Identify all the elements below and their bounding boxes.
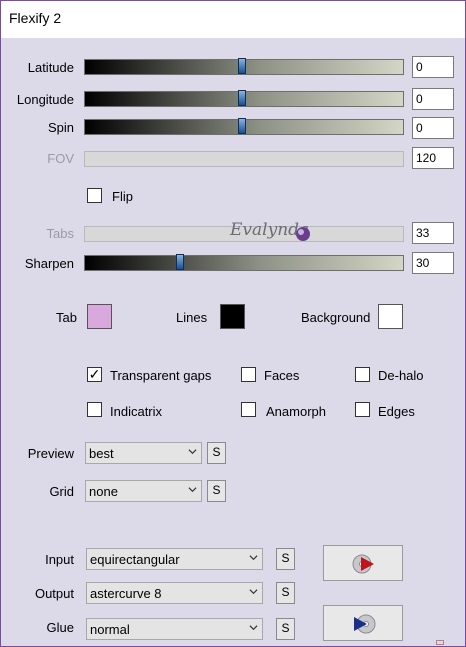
input-select[interactable]: equirectangular [86,548,263,570]
input-s-button[interactable]: S [276,548,295,570]
de-halo-checkbox[interactable] [355,367,370,382]
lines-color-swatch[interactable] [220,304,245,329]
faces-checkbox[interactable] [241,367,256,382]
tabs-label: Tabs [46,226,74,241]
play-disc-icon [352,554,374,574]
chevron-down-icon [188,487,197,493]
flip-label: Flip [112,189,133,204]
sharpen-value-field[interactable]: 30 [412,252,454,274]
resize-grip[interactable] [436,640,444,645]
grid-label: Grid [49,484,74,499]
glue-select[interactable]: normal [86,618,263,640]
output-label: Output [34,586,74,601]
chevron-down-icon [249,589,258,595]
edges-checkbox[interactable] [355,402,370,417]
chevron-down-icon [188,449,197,455]
title-bar: Flexify 2 [1,1,465,38]
sharpen-label: Sharpen [24,256,74,271]
grid-select-value: none [89,484,118,499]
fov-value-field[interactable]: 120 [412,147,454,169]
watermark-orb-icon [296,227,310,241]
grid-s-button[interactable]: S [207,480,226,502]
convert-forward-button[interactable] [323,545,403,581]
tab-color-swatch[interactable] [87,304,112,329]
latitude-value-field[interactable]: 0 [412,56,454,78]
chevron-down-icon [249,555,258,561]
faces-label: Faces [264,368,300,383]
spin-value-field[interactable]: 0 [412,117,454,139]
transparent-gaps-label: Transparent gaps [110,368,212,383]
preview-s-button[interactable]: S [207,442,226,464]
lines-color-label: Lines [176,310,208,325]
sharpen-slider[interactable] [84,254,404,271]
tabs-value-field[interactable]: 33 [412,222,454,244]
preview-select[interactable]: best [85,442,202,464]
de-halo-label: De-halo [378,368,424,383]
spin-slider[interactable] [84,118,404,135]
background-color-swatch[interactable] [378,304,403,329]
indicatrix-checkbox[interactable] [87,402,102,417]
latitude-label: Latitude [27,60,74,75]
longitude-slider[interactable] [84,90,404,107]
glue-select-value: normal [90,622,130,637]
input-label: Input [45,552,74,567]
edges-label: Edges [378,404,415,419]
window-title: Flexify 2 [9,10,62,26]
reverse-disc-icon [354,614,376,634]
output-s-button[interactable]: S [276,582,295,604]
glue-label: Glue [46,620,74,635]
fov-label: FOV [47,151,74,166]
tab-color-label: Tab [56,310,77,325]
background-color-label: Background [301,310,371,325]
latitude-slider[interactable] [84,58,404,75]
grid-select[interactable]: none [85,480,202,502]
fov-slider[interactable] [84,151,404,167]
preview-label: Preview [27,446,74,461]
indicatrix-label: Indicatrix [110,404,163,419]
spin-label: Spin [47,120,74,135]
glue-s-button[interactable]: S [276,618,295,640]
longitude-value-field[interactable]: 0 [412,88,454,110]
longitude-slider-thumb[interactable] [238,90,246,106]
chevron-down-icon [249,625,258,631]
transparent-gaps-checkbox[interactable]: ✓ [87,367,102,382]
output-select[interactable]: astercurve 8 [86,582,263,604]
input-select-value: equirectangular [90,552,180,567]
convert-back-button[interactable] [323,605,403,641]
output-select-value: astercurve 8 [90,586,162,601]
sharpen-slider-thumb[interactable] [176,254,184,270]
longitude-label: Longitude [16,92,74,107]
preview-select-value: best [89,446,114,461]
spin-slider-thumb[interactable] [238,118,246,134]
anamorph-checkbox[interactable] [241,402,256,417]
flip-checkbox[interactable] [87,188,102,203]
anamorph-label: Anamorph [266,404,326,419]
latitude-slider-thumb[interactable] [238,58,246,74]
